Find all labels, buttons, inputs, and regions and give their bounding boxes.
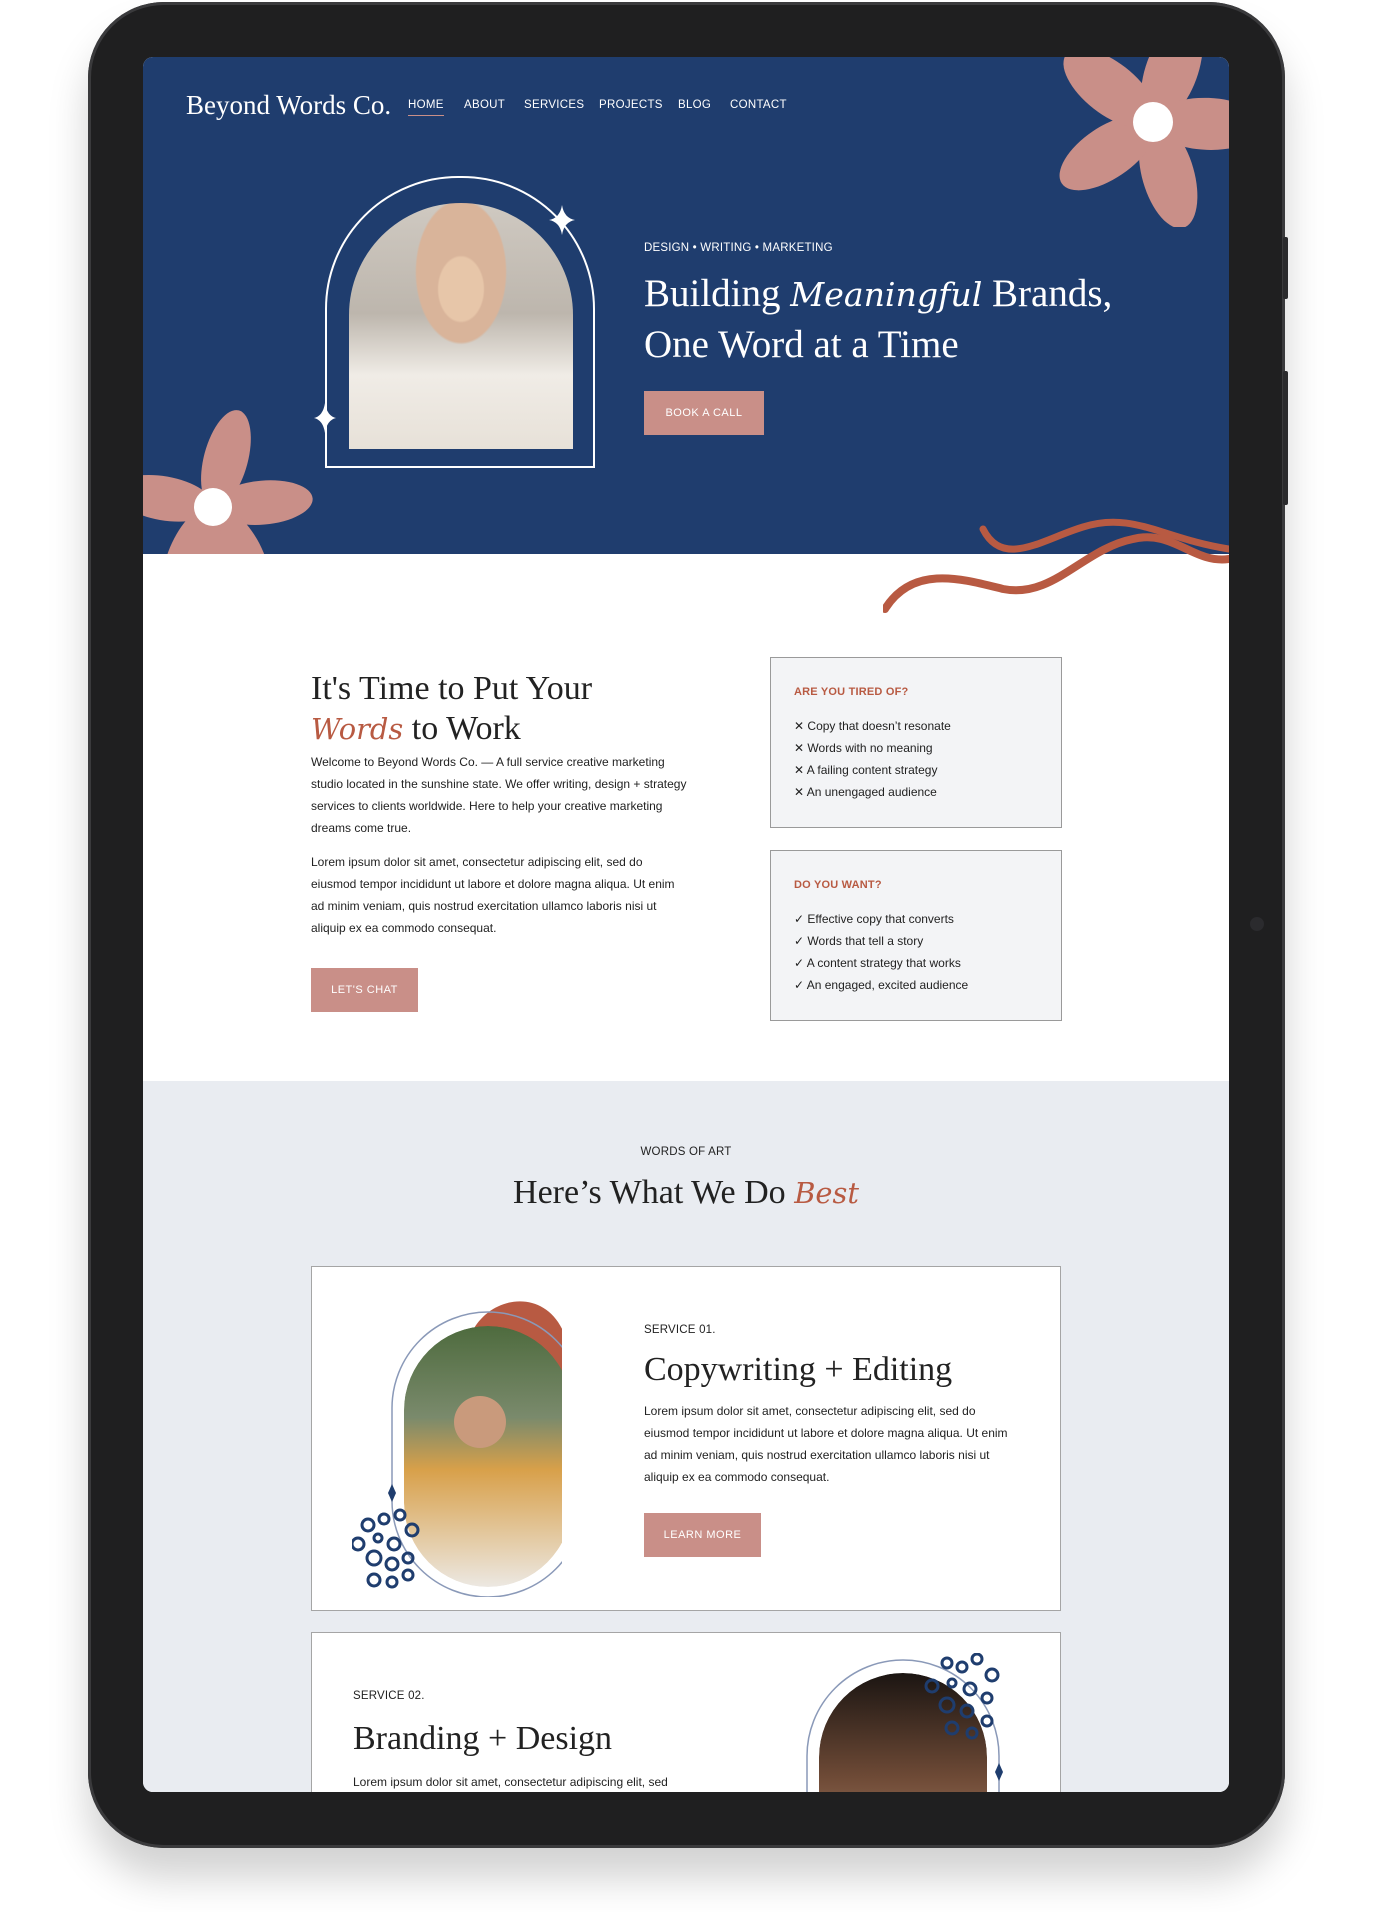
- service-title: Branding + Design: [353, 1720, 613, 1757]
- service-label: SERVICE 02.: [353, 1690, 425, 1702]
- hero-photo: [349, 203, 573, 449]
- headline-line2: One Word at a Time: [644, 323, 959, 366]
- services-section: WORDS OF ART Here’s What We Do Best SERV…: [143, 1081, 1229, 1792]
- x-icon: ✕: [794, 785, 805, 799]
- headline-text: Building: [644, 272, 791, 315]
- heading-text: to Work: [403, 710, 521, 747]
- intro-paragraph: Lorem ipsum dolor sit amet, consectetur …: [311, 855, 675, 935]
- intro-heading: It's Time to Put Your Words to Work: [311, 669, 592, 749]
- service-card: SERVICE 01. Copywriting + Editing Lorem …: [311, 1266, 1061, 1611]
- sparkle-icon: [549, 205, 575, 235]
- x-icon: ✕: [794, 719, 805, 733]
- item-text: A failing content strategy: [806, 763, 938, 777]
- sparkle-icon: [314, 403, 336, 433]
- list-item: ✕ Words with no meaning: [794, 741, 933, 755]
- service-photo-art: [806, 1653, 1003, 1792]
- list-item: ✓ A content strategy that works: [794, 956, 961, 970]
- intro-paragraph: Welcome to Beyond Words Co. — A full ser…: [311, 755, 687, 835]
- item-text: Copy that doesn’t resonate: [807, 719, 951, 733]
- tired-of-box: ARE YOU TIRED OF? ✕ Copy that doesn’t re…: [770, 657, 1062, 828]
- heading-script-word: Best: [794, 1176, 859, 1210]
- service-card: SERVICE 02. Branding + Design Lorem ipsu…: [311, 1632, 1061, 1792]
- nav-contact[interactable]: CONTACT: [730, 99, 787, 111]
- service-label: SERVICE 01.: [644, 1324, 716, 1336]
- list-item: ✓ Effective copy that converts: [794, 912, 954, 926]
- website-screen: Beyond Words Co. HOME ABOUT SERVICES PRO…: [143, 57, 1229, 1792]
- camera: [1250, 917, 1264, 931]
- heading-text: Here’s What We Do: [513, 1174, 795, 1211]
- item-text: Effective copy that converts: [807, 912, 954, 926]
- squiggle-decoration: [883, 518, 1229, 613]
- check-icon: ✓: [794, 912, 805, 926]
- nav-blog[interactable]: BLOG: [678, 99, 711, 111]
- list-item: ✕ An unengaged audience: [794, 785, 937, 799]
- nav-home[interactable]: HOME: [408, 99, 444, 116]
- item-text: An unengaged audience: [806, 785, 937, 799]
- service-text: Lorem ipsum dolor sit amet, consectetur …: [644, 1404, 1008, 1484]
- list-item: ✓ Words that tell a story: [794, 934, 923, 948]
- list-item: ✓ An engaged, excited audience: [794, 978, 968, 992]
- service-title: Copywriting + Editing: [644, 1351, 953, 1388]
- list-item: ✕ A failing content strategy: [794, 763, 937, 777]
- heading-text: It's Time to Put Your: [311, 670, 593, 707]
- lets-chat-button[interactable]: LET'S CHAT: [311, 968, 418, 1012]
- item-text: An engaged, excited audience: [806, 978, 969, 992]
- item-text: A content strategy that works: [806, 956, 961, 970]
- volume-button: [1283, 237, 1288, 299]
- services-heading: Here’s What We Do Best: [143, 1173, 1229, 1213]
- list-item: ✕ Copy that doesn’t resonate: [794, 719, 951, 733]
- power-button: [1283, 371, 1288, 505]
- hero-headline: Building Meaningful Brands, One Word at …: [644, 269, 1112, 370]
- service-text: Lorem ipsum dolor sit amet, consectetur …: [353, 1775, 668, 1789]
- services-eyebrow: WORDS OF ART: [640, 1146, 732, 1158]
- book-a-call-button[interactable]: BOOK A CALL: [644, 391, 764, 435]
- headline-text: Brands,: [982, 272, 1113, 315]
- do-you-want-box: DO YOU WANT? ✓ Effective copy that conve…: [770, 850, 1062, 1021]
- box-title: DO YOU WANT?: [794, 879, 882, 891]
- learn-more-button[interactable]: LEARN MORE: [644, 1513, 761, 1557]
- nav-services[interactable]: SERVICES: [524, 99, 584, 111]
- nav-projects[interactable]: PROJECTS: [599, 99, 663, 111]
- x-icon: ✕: [794, 763, 805, 777]
- check-icon: ✓: [794, 934, 805, 948]
- check-icon: ✓: [794, 956, 805, 970]
- x-icon: ✕: [794, 741, 805, 755]
- item-text: Words with no meaning: [807, 741, 933, 755]
- heading-script-word: Words: [311, 712, 404, 746]
- nav-about[interactable]: ABOUT: [464, 99, 505, 111]
- check-icon: ✓: [794, 978, 805, 992]
- box-title: ARE YOU TIRED OF?: [794, 686, 909, 698]
- flower-icon: [1059, 57, 1229, 227]
- item-text: Words that tell a story: [807, 934, 924, 948]
- hero-tagline: DESIGN • WRITING • MARKETING: [644, 242, 833, 254]
- intro-section: It's Time to Put Your Words to Work Welc…: [143, 518, 1229, 1081]
- headline-script-word: Meaningful: [790, 275, 983, 314]
- service-photo-art: [352, 1301, 562, 1597]
- logo[interactable]: Beyond Words Co.: [186, 90, 391, 121]
